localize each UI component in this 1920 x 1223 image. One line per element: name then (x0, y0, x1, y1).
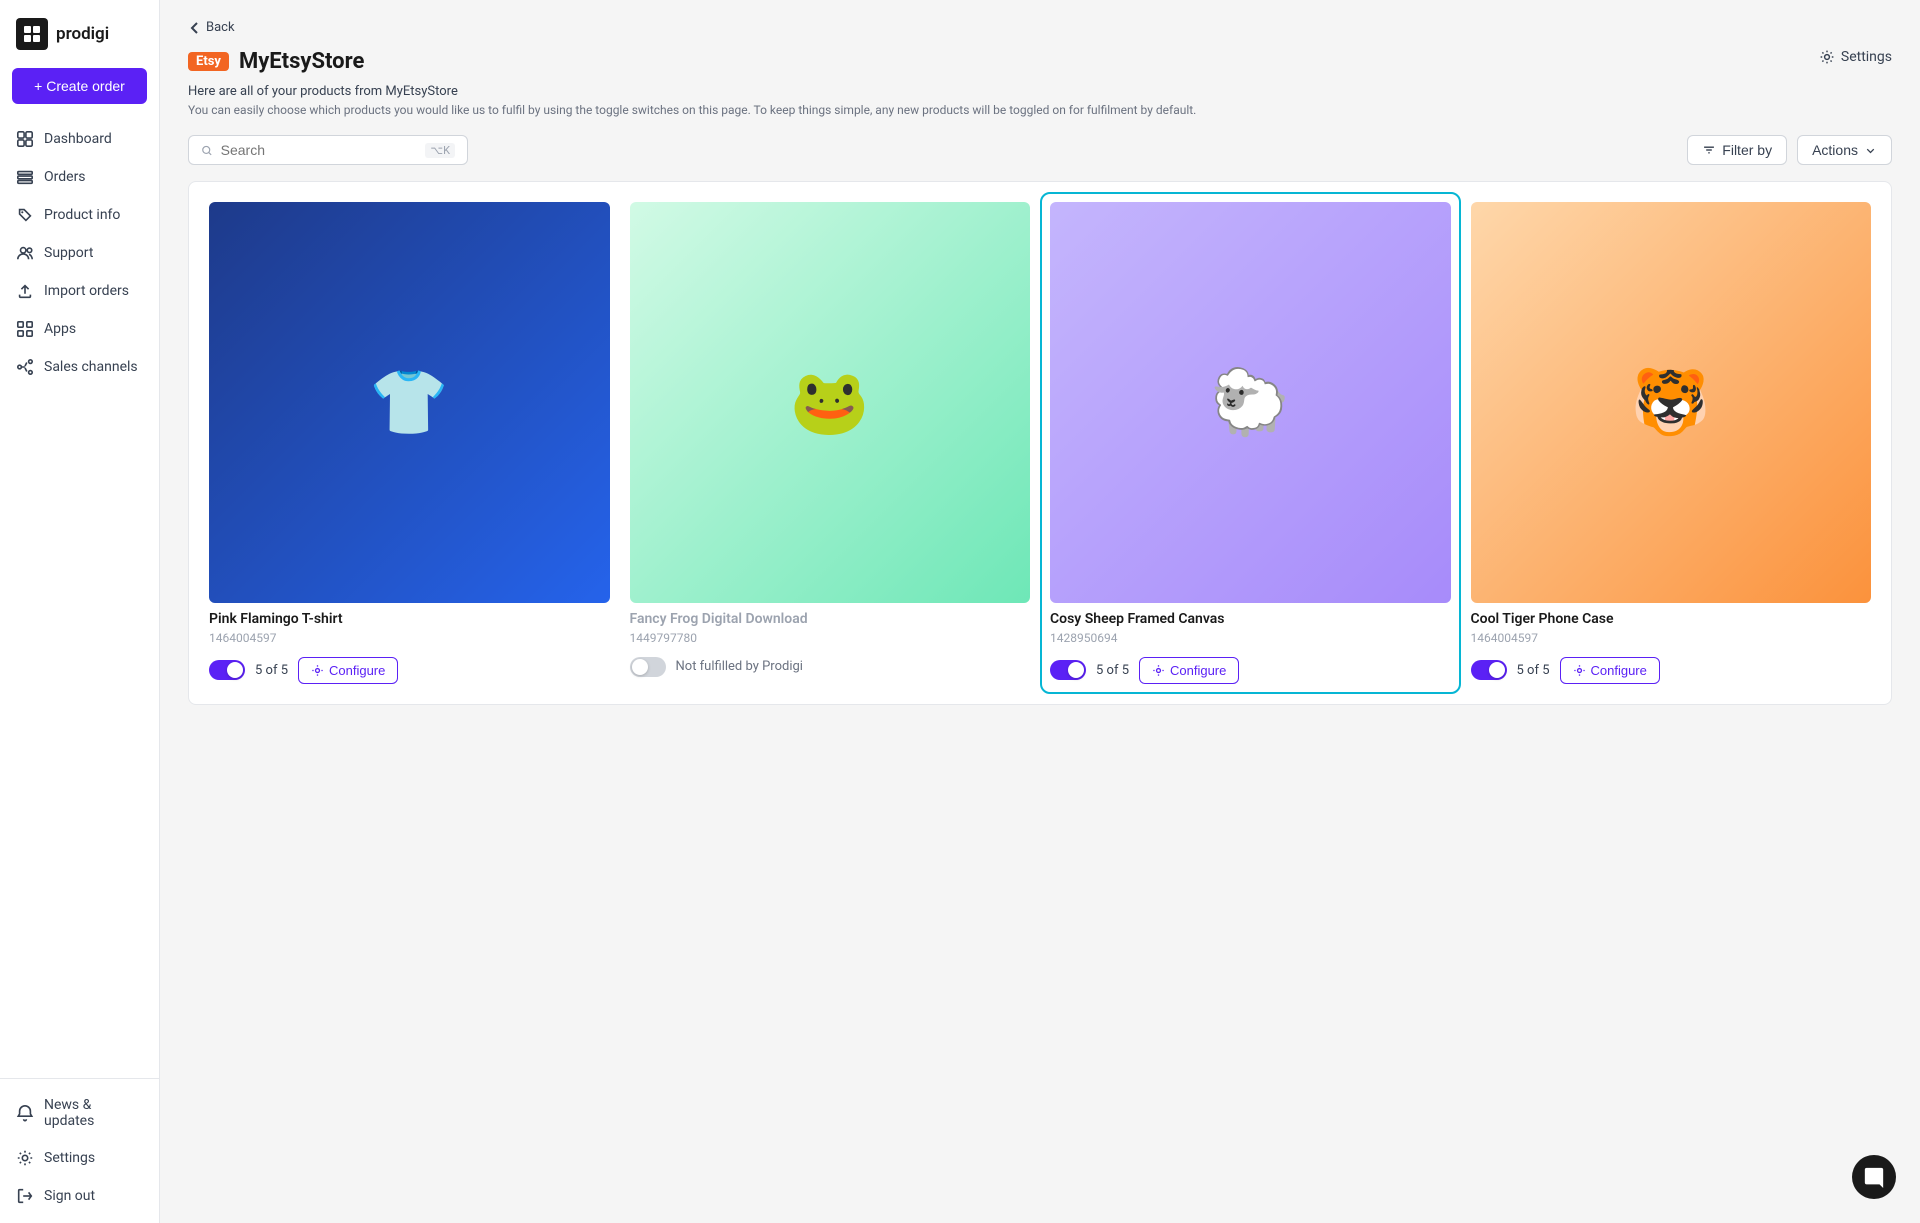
search-input[interactable] (221, 142, 418, 158)
product-name: Cosy Sheep Framed Canvas (1050, 611, 1451, 627)
configure-button[interactable]: Configure (298, 657, 398, 684)
product-toggle[interactable] (209, 660, 245, 680)
search-box[interactable]: ⌥K (188, 135, 468, 165)
toolbar: ⌥K Filter by Actions (188, 135, 1892, 165)
brand-logo: prodigi (0, 0, 159, 68)
product-image: 🐯 (1471, 202, 1872, 603)
product-id: 1449797780 (630, 631, 1031, 645)
channels-icon (16, 358, 34, 376)
tag-icon (16, 206, 34, 224)
page-description-1: Here are all of your products from MyEts… (188, 84, 1892, 99)
product-image: 🐑 (1050, 202, 1451, 603)
sidebar-item-support[interactable]: Support (0, 234, 159, 272)
sidebar-item-import-orders[interactable]: Import orders (0, 272, 159, 310)
sidebar-item-apps[interactable]: Apps (0, 310, 159, 348)
actions-button[interactable]: Actions (1797, 135, 1892, 165)
product-actions: 5 of 5 Configure (1050, 657, 1451, 684)
brand-name: prodigi (56, 24, 109, 44)
product-name: Fancy Frog Digital Download (630, 611, 1031, 627)
product-actions: Not fulfilled by Prodigi (630, 657, 1031, 677)
configure-icon (1152, 664, 1165, 677)
product-name: Cool Tiger Phone Case (1471, 611, 1872, 627)
logo-icon (16, 18, 48, 50)
product-actions: 5 of 5 Configure (209, 657, 610, 684)
toggle-label: 5 of 5 (1517, 663, 1550, 678)
products-grid: 👕 Pink Flamingo T-shirt 1464004597 5 of … (209, 202, 1871, 684)
back-link[interactable]: Back (188, 20, 1892, 35)
product-card-product-2: 🐸 Fancy Frog Digital Download 1449797780… (630, 202, 1031, 684)
store-title: Etsy MyEtsyStore (188, 49, 364, 74)
search-icon (201, 143, 213, 158)
configure-icon (311, 664, 324, 677)
product-id: 1464004597 (1471, 631, 1872, 645)
list-icon (16, 168, 34, 186)
sidebar-bottom: News & updates Settings Sign out (0, 1078, 159, 1223)
configure-button[interactable]: Configure (1560, 657, 1660, 684)
sidebar-nav: Dashboard Orders Product info Support Im… (0, 120, 159, 1078)
users-icon (16, 244, 34, 262)
grid-icon (16, 130, 34, 148)
chevron-down-icon (1864, 144, 1877, 157)
product-toggle[interactable] (630, 657, 666, 677)
main-content: Back Etsy MyEtsyStore Settings Here are … (160, 0, 1920, 1223)
search-shortcut: ⌥K (425, 143, 455, 158)
toggle-label: 5 of 5 (255, 663, 288, 678)
sidebar-item-dashboard[interactable]: Dashboard (0, 120, 159, 158)
product-toggle[interactable] (1471, 660, 1507, 680)
filter-by-button[interactable]: Filter by (1687, 135, 1787, 165)
product-id: 1428950694 (1050, 631, 1451, 645)
bell-icon (16, 1104, 34, 1122)
settings-icon (1819, 49, 1835, 65)
product-actions: 5 of 5 Configure (1471, 657, 1872, 684)
page-settings-link[interactable]: Settings (1819, 49, 1892, 65)
product-card-product-1: 👕 Pink Flamingo T-shirt 1464004597 5 of … (209, 202, 610, 684)
apps-icon (16, 320, 34, 338)
product-image: 🐸 (630, 202, 1031, 603)
sidebar-item-sales-channels[interactable]: Sales channels (0, 348, 159, 386)
page-description-2: You can easily choose which products you… (188, 103, 1892, 117)
product-card-product-3: 🐑 Cosy Sheep Framed Canvas 1428950694 5 … (1042, 194, 1459, 692)
product-image: 👕 (209, 202, 610, 603)
toggle-label: 5 of 5 (1096, 663, 1129, 678)
product-toggle[interactable] (1050, 660, 1086, 680)
sidebar-item-product-info[interactable]: Product info (0, 196, 159, 234)
etsy-badge: Etsy (188, 52, 229, 71)
product-name: Pink Flamingo T-shirt (209, 611, 610, 627)
filter-icon (1702, 143, 1716, 157)
chat-button[interactable] (1852, 1155, 1896, 1199)
not-fulfilled-label: Not fulfilled by Prodigi (676, 659, 803, 674)
toolbar-right: Filter by Actions (1687, 135, 1892, 165)
products-container: 👕 Pink Flamingo T-shirt 1464004597 5 of … (188, 181, 1892, 705)
page-header: Etsy MyEtsyStore Settings (188, 49, 1892, 74)
settings-nav-icon (16, 1149, 34, 1167)
chevron-left-icon (188, 21, 202, 35)
sidebar-item-settings[interactable]: Settings (0, 1139, 159, 1177)
sidebar-item-sign-out[interactable]: Sign out (0, 1177, 159, 1215)
sidebar-item-orders[interactable]: Orders (0, 158, 159, 196)
store-name: MyEtsyStore (239, 49, 364, 74)
upload-icon (16, 282, 34, 300)
create-order-button[interactable]: + Create order (12, 68, 147, 104)
configure-button[interactable]: Configure (1139, 657, 1239, 684)
product-card-product-4: 🐯 Cool Tiger Phone Case 1464004597 5 of … (1471, 202, 1872, 684)
configure-icon (1573, 664, 1586, 677)
product-id: 1464004597 (209, 631, 610, 645)
sidebar: prodigi + Create order Dashboard Orders … (0, 0, 160, 1223)
sidebar-item-news-updates[interactable]: News & updates (0, 1087, 159, 1139)
signout-icon (16, 1187, 34, 1205)
